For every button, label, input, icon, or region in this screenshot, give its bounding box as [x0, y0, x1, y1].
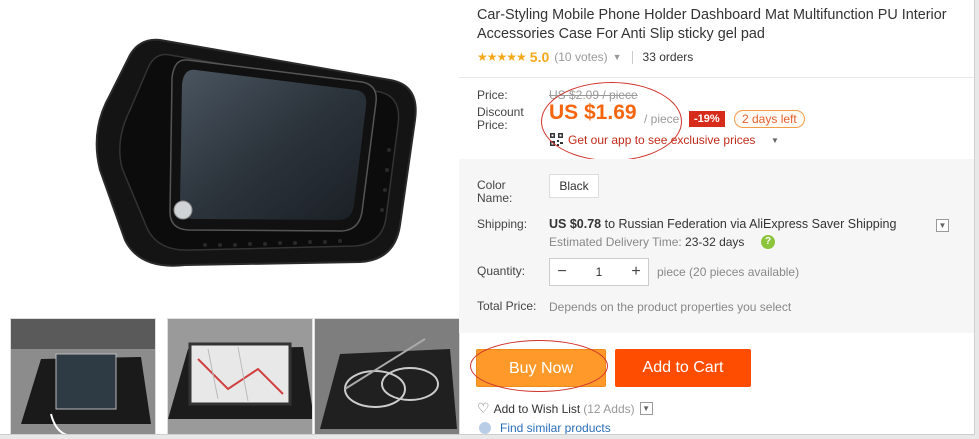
discount-price-label-line2: Price:	[477, 118, 508, 132]
total-price-label: Total Price:	[477, 299, 537, 313]
discount-badge: -19%	[689, 111, 725, 127]
delivery-time: Estimated Delivery Time: 23-32 days	[549, 235, 744, 249]
shipping-destination: to Russian Federation via AliExpress Sav…	[601, 217, 897, 231]
chevron-down-icon[interactable]: ▼	[771, 136, 779, 145]
thumbnail-2[interactable]	[167, 318, 313, 434]
quantity-decrease-button[interactable]: −	[550, 263, 574, 281]
color-label-line2: Name:	[477, 191, 513, 205]
days-left-badge: 2 days left	[734, 110, 805, 128]
annotation-circle-buy	[470, 340, 608, 392]
shipping-label: Shipping:	[477, 217, 528, 231]
thumbnail-3[interactable]	[314, 318, 460, 434]
divider	[631, 50, 633, 64]
star-icon: ★★★★★	[477, 50, 527, 64]
quantity-stepper: − 1 +	[549, 258, 649, 286]
quantity-increase-button[interactable]: +	[624, 263, 648, 281]
add-to-cart-button[interactable]: Add to Cart	[615, 349, 751, 387]
main-product-image[interactable]	[10, 0, 452, 314]
phone-holder-mat-image	[95, 38, 417, 267]
heart-icon[interactable]: ♡	[477, 400, 490, 417]
color-option-black[interactable]: Black	[549, 174, 599, 198]
orders-count: 33 orders	[642, 50, 694, 64]
shipping-info: US $0.78 to Russian Federation via AliEx…	[549, 217, 896, 231]
quantity-available: piece (20 pieces available)	[657, 265, 800, 279]
product-title: Car-Styling Mobile Phone Holder Dashboar…	[477, 7, 947, 42]
thumbnail-image	[168, 319, 312, 434]
quantity-label: Quantity:	[477, 264, 526, 278]
rating-row: ★★★★★ 5.0 (10 votes) ▼ 33 orders	[477, 49, 693, 65]
find-similar-link[interactable]: Find similar products	[500, 421, 611, 434]
total-price-note: Depends on the product properties you se…	[549, 300, 792, 314]
thumbnail-1[interactable]	[10, 318, 156, 434]
wish-list-label[interactable]: Add to Wish List	[494, 402, 581, 416]
quantity-input[interactable]: 1	[574, 265, 624, 279]
delivery-days: 23-32 days	[685, 235, 745, 249]
chevron-down-icon[interactable]: ▼	[639, 402, 653, 415]
votes-link[interactable]: (10 votes)	[554, 50, 607, 64]
delivery-label: Estimated Delivery Time:	[549, 235, 686, 249]
search-icon	[479, 422, 491, 434]
thumbnail-image	[315, 319, 459, 434]
chevron-down-icon[interactable]: ▼	[613, 52, 622, 62]
rating-value: 5.0	[529, 49, 550, 65]
annotation-circle-price	[541, 82, 682, 161]
product-page: Car-Styling Mobile Phone Holder Dashboar…	[0, 0, 975, 435]
wish-list-row[interactable]: ♡ Add to Wish List (12 Adds) ▼	[477, 400, 653, 417]
thumbnail-image	[11, 319, 155, 434]
check-circle-icon: ?	[761, 235, 775, 249]
thumbnail-strip	[10, 318, 460, 434]
shipping-cost: US $0.78	[549, 217, 602, 231]
wish-count: (12 Adds)	[583, 401, 635, 416]
find-similar-row[interactable]: Find similar products	[479, 421, 611, 434]
chevron-down-icon[interactable]: ▼	[936, 219, 949, 232]
divider	[459, 77, 974, 78]
price-label: Price:	[477, 88, 508, 102]
